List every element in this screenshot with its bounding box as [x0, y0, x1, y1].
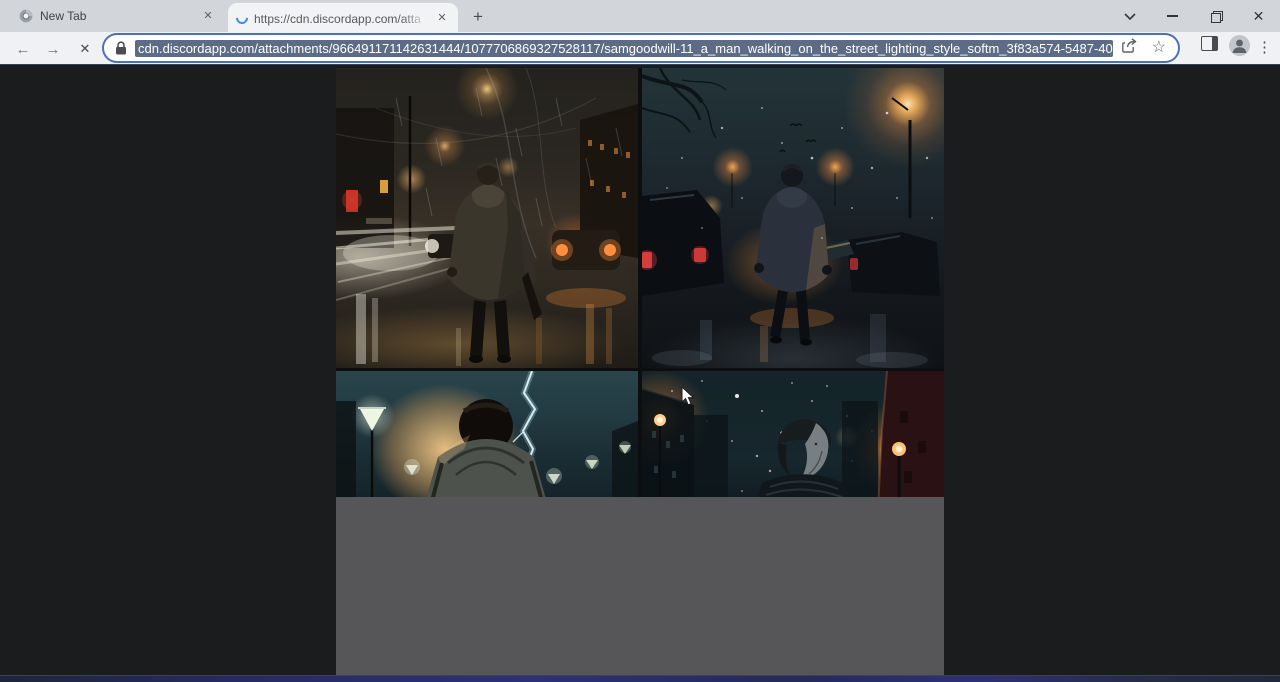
image-tile-2 — [642, 68, 944, 368]
taskbar-edge[interactable] — [0, 675, 1280, 682]
restore-button[interactable] — [1194, 0, 1237, 32]
tab-title: https://cdn.discordapp.com/atta — [254, 12, 421, 26]
side-panel-icon — [1201, 36, 1218, 51]
back-button[interactable]: ← — [10, 36, 36, 62]
browser-window: New Tab ✕ https://cdn.discordapp.com/att… — [0, 0, 1280, 682]
image-loading-placeholder — [336, 497, 944, 675]
share-icon[interactable] — [1122, 38, 1138, 58]
minimize-button[interactable] — [1151, 0, 1194, 32]
tab-close-icon[interactable]: ✕ — [200, 8, 216, 24]
mouse-cursor — [681, 386, 695, 406]
generated-image-grid[interactable] — [336, 68, 944, 675]
close-button[interactable]: ✕ — [1237, 0, 1280, 32]
kebab-menu-button[interactable]: ⋮ — [1257, 36, 1272, 60]
image-tile-3 — [336, 371, 638, 497]
avatar-icon — [1229, 35, 1250, 56]
window-controls: ✕ — [1108, 0, 1280, 32]
forward-button[interactable]: → — [40, 36, 66, 62]
url-text[interactable]: cdn.discordapp.com/attachments/966491171… — [135, 40, 1113, 57]
address-bar[interactable]: cdn.discordapp.com/attachments/966491171… — [104, 35, 1178, 61]
bookmark-star-icon[interactable]: ☆ — [1152, 40, 1166, 56]
tab-discord-image[interactable]: https://cdn.discordapp.com/atta ✕ — [228, 3, 458, 32]
lock-icon[interactable] — [115, 41, 127, 55]
tab-strip: New Tab ✕ https://cdn.discordapp.com/att… — [0, 0, 1280, 32]
profile-button[interactable] — [1229, 35, 1250, 56]
new-tab-button[interactable]: + — [468, 7, 488, 27]
side-panel-button[interactable] — [1201, 36, 1218, 51]
toolbar: ← → ✕ cdn.discordapp.com/attachments/966… — [0, 32, 1280, 65]
page-content — [0, 65, 1280, 675]
tab-title: New Tab — [40, 9, 194, 23]
stop-loading-button[interactable]: ✕ — [72, 36, 98, 62]
tab-new-tab[interactable]: New Tab ✕ — [10, 0, 224, 32]
tile3-art — [336, 371, 638, 497]
loading-spinner-icon — [234, 9, 251, 26]
chevron-down-icon[interactable] — [1108, 0, 1151, 32]
tile2-art — [642, 68, 944, 368]
tab-close-icon[interactable]: ✕ — [434, 10, 450, 26]
tile1-art — [336, 68, 638, 368]
chrome-logo-icon — [18, 8, 34, 24]
image-tile-1 — [336, 68, 638, 368]
